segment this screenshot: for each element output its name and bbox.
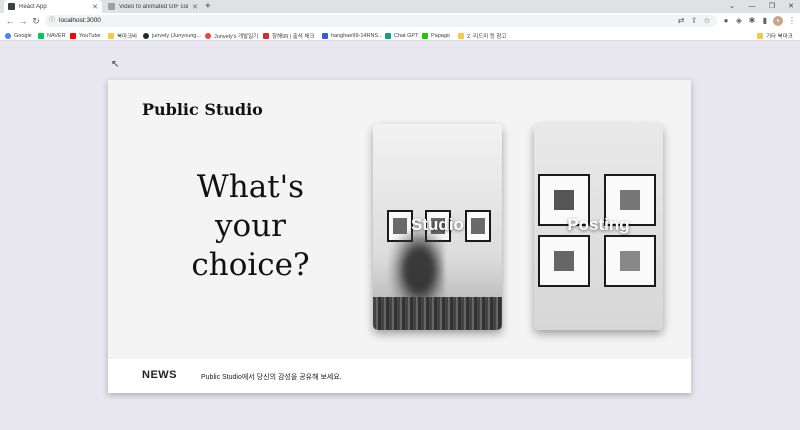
minimize-icon[interactable]: —	[744, 0, 760, 13]
gallery-frame	[604, 235, 656, 287]
reload-icon[interactable]: ↻	[30, 15, 42, 27]
puzzle-icon[interactable]: ✱	[747, 16, 757, 26]
bookmark-star-icon[interactable]: ☆	[702, 16, 712, 26]
brand-logo[interactable]: Public Studio	[142, 100, 263, 119]
gallery-frame	[538, 235, 590, 287]
new-tab-button[interactable]: +	[205, 0, 211, 13]
bookmark-folder-readme[interactable]: 2. 리드미 등 참고	[458, 30, 507, 41]
bookmark-label: NAVER	[47, 32, 66, 39]
blog-icon	[205, 32, 211, 39]
bookmark-label: 2. 리드미 등 참고	[467, 33, 507, 40]
bookmark-github[interactable]: junvely (Junyoung...	[143, 30, 201, 41]
folder-icon	[108, 32, 114, 39]
bookmarks-bar: Google NAVER YouTube 북마크바 junvely (Junyo…	[0, 30, 800, 41]
restore-icon[interactable]: ❐	[764, 0, 780, 13]
address-bar[interactable]: ⓘ localhost:3000	[45, 15, 717, 27]
google-icon	[5, 32, 11, 39]
bookmark-label: Junvely's 개발일기	[214, 33, 259, 40]
bookmark-hanghae-attendance[interactable]: 항해99 | 출석 체크	[263, 30, 315, 41]
hero-line: your	[215, 208, 286, 244]
main-card: Public Studio What's your choice? Studio…	[108, 80, 691, 393]
tab-strip: React App ✕ Video to animated GIF conver…	[0, 0, 800, 13]
back-arrow-icon[interactable]: ←	[4, 15, 16, 27]
posting-choice-card[interactable]: Posting	[534, 124, 663, 330]
close-tab-icon[interactable]: ✕	[192, 3, 198, 11]
youtube-icon	[70, 32, 76, 39]
bookmark-hanghae-notion[interactable]: hanghae99-14RNS...	[322, 30, 383, 41]
folder-icon	[757, 32, 763, 39]
bookmark-youtube[interactable]: YouTube	[70, 30, 101, 41]
mouse-cursor-icon: ↖	[111, 59, 120, 70]
forward-arrow-icon[interactable]: →	[17, 15, 29, 27]
tab-search-icon[interactable]: ⌄	[724, 0, 740, 13]
menu-kebab-icon[interactable]: ⋮	[787, 16, 797, 26]
bookmark-label: YouTube	[79, 32, 101, 39]
github-icon	[143, 32, 149, 39]
site-info-icon[interactable]: ⓘ	[49, 15, 55, 27]
translate-icon[interactable]: ⇄	[676, 16, 686, 26]
gallery-floor	[373, 297, 502, 330]
extension-icon[interactable]: ●	[721, 16, 731, 26]
bookmark-dev-blog[interactable]: Junvely's 개발일기	[205, 30, 258, 41]
hero-line: choice?	[191, 247, 310, 283]
studio-label: Studio	[411, 215, 464, 234]
bookmark-papago[interactable]: Papago	[422, 30, 450, 41]
bookmark-label: 항해99 | 출석 체크	[272, 33, 315, 40]
bookmark-label: hanghae99-14RNS...	[331, 32, 383, 39]
tab-title: React App	[19, 3, 47, 10]
close-tab-icon[interactable]: ✕	[92, 3, 98, 11]
frame-art	[554, 190, 574, 210]
side-panel-icon[interactable]: ▮	[760, 16, 770, 26]
profile-avatar-icon[interactable]: ●	[773, 16, 783, 26]
bookmark-label: Google	[14, 32, 32, 39]
tab-title: Video to animated GIF converte	[119, 3, 188, 10]
hero-line: What's	[196, 169, 305, 205]
bookmark-label: Chat GPT	[394, 32, 419, 39]
globe-favicon-icon	[108, 3, 115, 10]
studio-choice-card[interactable]: Studio	[373, 124, 502, 330]
bookmark-label: Papago	[431, 32, 450, 39]
frame-art	[554, 251, 574, 271]
close-window-icon[interactable]: ✕	[783, 0, 799, 13]
hanghae-icon	[263, 32, 269, 39]
news-bar: NEWS Public Studio에서 당신의 감성을 공유해 보세요.	[108, 359, 691, 393]
bookmark-label: 북마크바	[117, 33, 138, 40]
naver-icon	[38, 32, 44, 39]
notion-icon	[322, 32, 328, 39]
tab-gif-converter[interactable]: Video to animated GIF converte ✕	[104, 0, 202, 13]
bookmark-naver[interactable]: NAVER	[38, 30, 66, 41]
browser-toolbar: ← → ↻ ⓘ localhost:3000 ⇄ ⇪ ☆ ● ◈ ✱ ▮ ● ⋮	[0, 13, 800, 30]
react-favicon-icon	[8, 3, 15, 10]
bookmark-other-folder[interactable]: 기타 북마크	[757, 30, 793, 41]
folder-icon	[458, 32, 464, 39]
bookmark-label: junvely (Junyoung...	[152, 32, 201, 39]
news-text[interactable]: Public Studio에서 당신의 감성을 공유해 보세요.	[201, 372, 342, 382]
bookmark-folder-bookmarks-bar[interactable]: 북마크바	[108, 30, 137, 41]
posting-label: Posting	[567, 215, 630, 234]
frame-art	[620, 251, 640, 271]
frame-art	[620, 190, 640, 210]
plus-icon: +	[205, 1, 211, 12]
papago-icon	[422, 32, 428, 39]
chatgpt-icon	[385, 32, 391, 39]
extension-icon[interactable]: ◈	[734, 16, 744, 26]
bookmark-label: 기타 북마크	[766, 33, 793, 40]
url-text: localhost:3000	[59, 17, 101, 24]
news-title: NEWS	[142, 369, 177, 381]
tab-react-app[interactable]: React App ✕	[4, 0, 102, 13]
bookmark-chatgpt[interactable]: Chat GPT	[385, 30, 418, 41]
bookmark-google[interactable]: Google	[5, 30, 32, 41]
hero-heading: What's your choice?	[163, 168, 338, 285]
share-icon[interactable]: ⇪	[689, 16, 699, 26]
